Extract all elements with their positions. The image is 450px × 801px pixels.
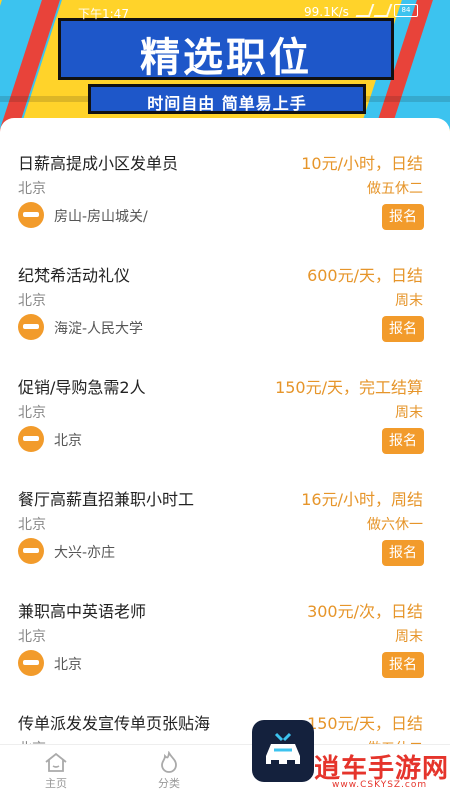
job-schedule: 做六休一 bbox=[367, 517, 423, 533]
home-icon bbox=[45, 752, 67, 772]
banner-subtitle-box: 时间自由 简单易上手 bbox=[88, 84, 366, 114]
tab-category-label: 分类 bbox=[158, 777, 180, 790]
job-location: 房山-房山城关/ bbox=[54, 209, 148, 225]
apply-button[interactable]: 报名 bbox=[382, 204, 424, 230]
job-pay: 16元/小时，周结 bbox=[301, 490, 423, 509]
signal-icon bbox=[355, 4, 375, 17]
job-item[interactable]: 兼职高中英语老师 300元/次，日结 北京 周末 北京 报名 bbox=[0, 566, 450, 678]
wifi-icon bbox=[373, 4, 393, 17]
tab-home[interactable]: 主页 bbox=[26, 751, 86, 791]
job-schedule: 做五休二 bbox=[367, 181, 423, 197]
banner-subtitle: 时间自由 简单易上手 bbox=[147, 94, 307, 113]
company-logo-icon bbox=[18, 650, 44, 676]
company-logo-icon bbox=[18, 426, 44, 452]
job-title: 促销/导购急需2人 bbox=[18, 378, 146, 397]
job-pay: 150元/天，完工结算 bbox=[275, 378, 423, 397]
watermark-url: www.CSKYSZ.com bbox=[332, 780, 428, 790]
apply-button[interactable]: 报名 bbox=[382, 652, 424, 678]
job-item[interactable]: 餐厅高薪直招兼职小时工 16元/小时，周结 北京 做六休一 大兴-亦庄 报名 bbox=[0, 454, 450, 566]
job-title: 餐厅高薪直招兼职小时工 bbox=[18, 490, 195, 509]
apply-button[interactable]: 报名 bbox=[382, 316, 424, 342]
watermark-logo: 逍车手游网 www.CSKYSZ.com bbox=[252, 718, 450, 800]
job-location: 海淀-人民大学 bbox=[54, 321, 144, 337]
company-logo-icon bbox=[18, 314, 44, 340]
tab-home-label: 主页 bbox=[45, 777, 67, 790]
status-bar: 下午1:47 99.1K/s 84 bbox=[0, 0, 450, 24]
job-pay: 300元/次，日结 bbox=[307, 602, 423, 621]
job-city: 北京 bbox=[18, 629, 46, 645]
flame-icon bbox=[161, 751, 177, 773]
company-logo-icon bbox=[18, 538, 44, 564]
banner-title-box: 精选职位 bbox=[58, 18, 394, 81]
network-speed: 99.1K/s bbox=[304, 5, 349, 19]
job-schedule: 周末 bbox=[395, 629, 423, 645]
banner-title: 精选职位 bbox=[140, 35, 312, 81]
job-city: 北京 bbox=[18, 181, 46, 197]
company-logo-icon bbox=[18, 202, 44, 228]
job-location: 大兴-亦庄 bbox=[54, 545, 116, 561]
job-item[interactable]: 日薪高提成小区发单员 10元/小时，日结 北京 做五休二 房山-房山城关/ 报名 bbox=[0, 118, 450, 230]
status-icons: 84 bbox=[355, 4, 418, 17]
apply-button[interactable]: 报名 bbox=[382, 540, 424, 566]
battery-icon: 84 bbox=[394, 4, 418, 17]
job-item[interactable]: 促销/导购急需2人 150元/天，完工结算 北京 周末 北京 报名 bbox=[0, 342, 450, 454]
job-schedule: 周末 bbox=[395, 293, 423, 309]
job-location: 北京 bbox=[54, 433, 82, 449]
car-logo-icon bbox=[252, 720, 314, 782]
job-location: 北京 bbox=[54, 657, 82, 673]
tab-category[interactable]: 分类 bbox=[139, 751, 199, 791]
job-city: 北京 bbox=[18, 293, 46, 309]
job-title: 兼职高中英语老师 bbox=[18, 602, 147, 621]
job-pay: 10元/小时，日结 bbox=[301, 154, 423, 173]
job-list: 日薪高提成小区发单员 10元/小时，日结 北京 做五休二 房山-房山城关/ 报名… bbox=[0, 118, 450, 800]
status-time: 下午1:47 bbox=[78, 7, 129, 21]
job-city: 北京 bbox=[18, 517, 46, 533]
job-title: 日薪高提成小区发单员 bbox=[18, 154, 179, 173]
apply-button[interactable]: 报名 bbox=[382, 428, 424, 454]
job-schedule: 周末 bbox=[395, 405, 423, 421]
job-title: 传单派发发宣传单页张贴海 bbox=[18, 714, 211, 733]
job-pay: 600元/天，日结 bbox=[307, 266, 423, 285]
job-item[interactable]: 纪梵希活动礼仪 600元/天，日结 北京 周末 海淀-人民大学 报名 bbox=[0, 230, 450, 342]
job-city: 北京 bbox=[18, 405, 46, 421]
job-title: 纪梵希活动礼仪 bbox=[18, 266, 131, 285]
